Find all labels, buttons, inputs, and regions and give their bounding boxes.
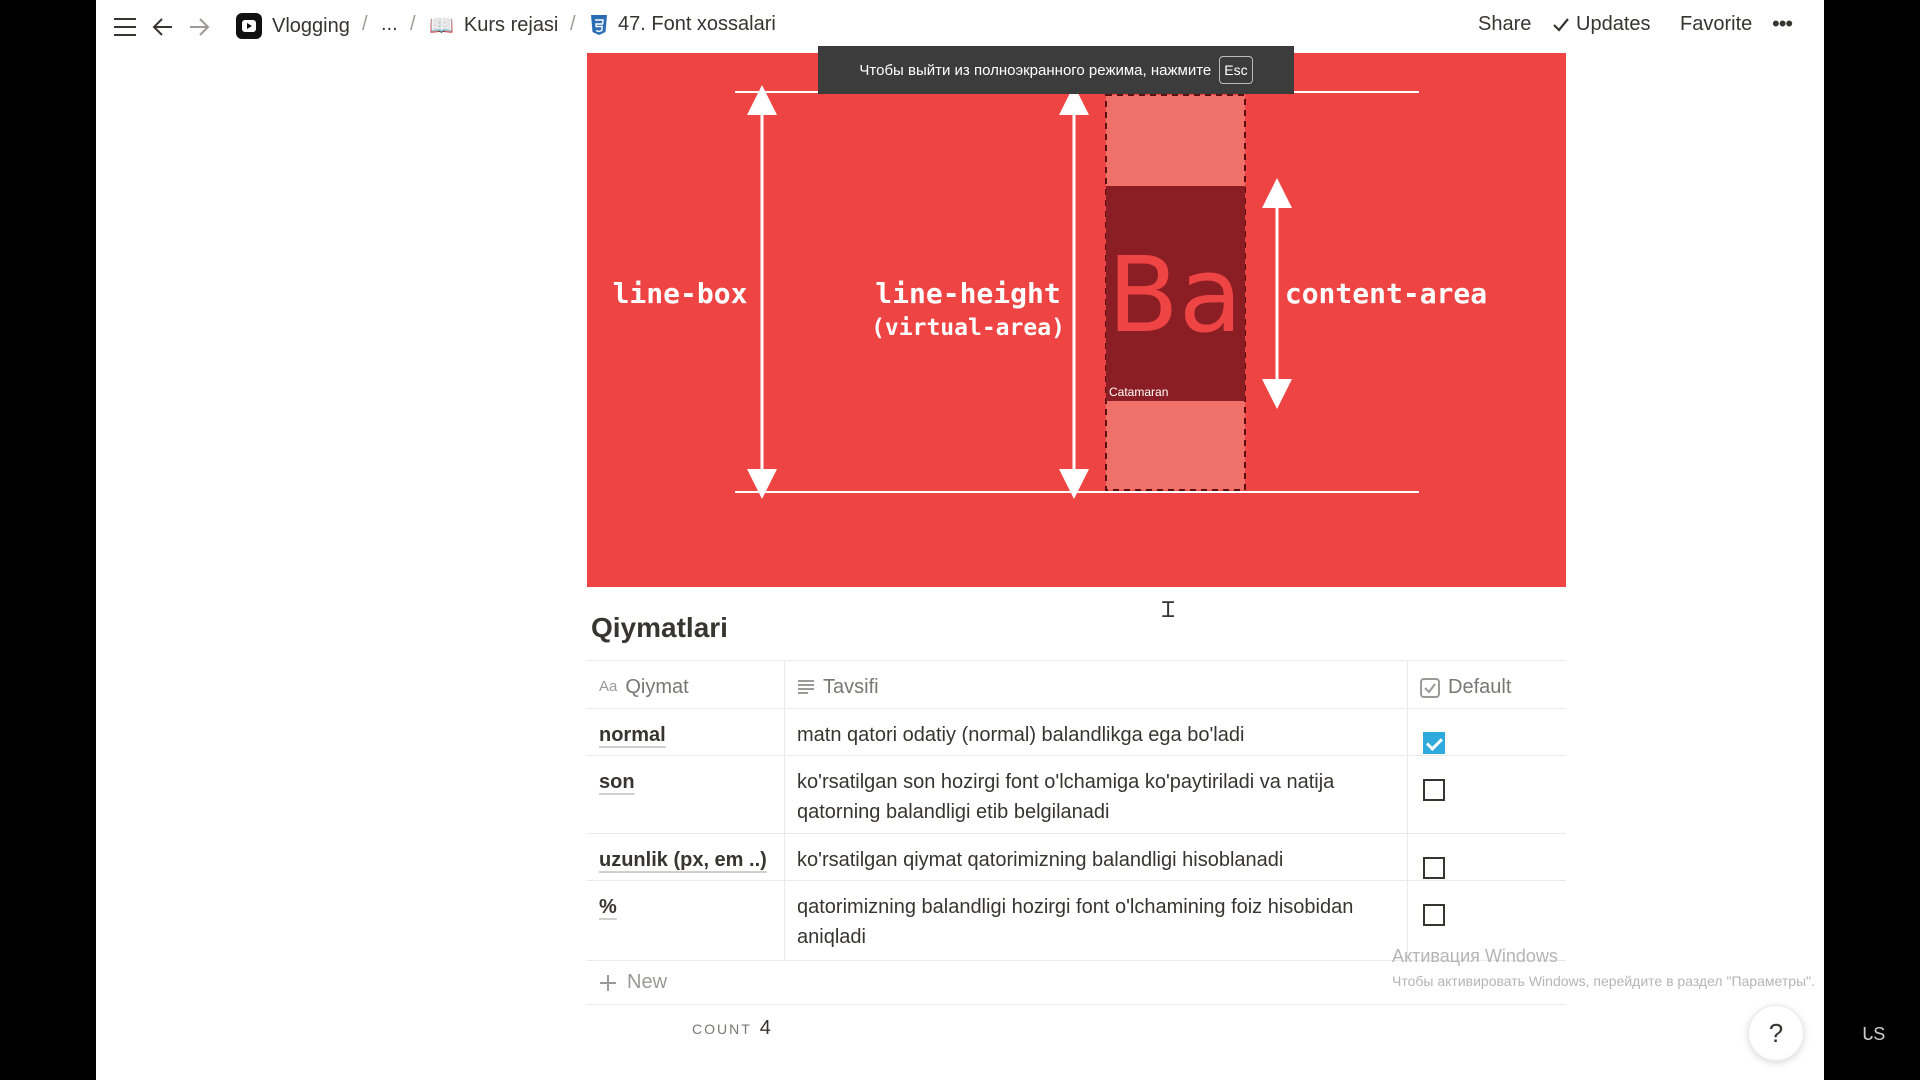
breadcrumb-separator: /	[410, 13, 416, 35]
cell-description[interactable]: ko'rsatilgan son hozirgi font o'lchamiga…	[784, 756, 1407, 834]
check-icon	[1553, 17, 1569, 32]
cell-default	[1407, 709, 1566, 756]
breadcrumb-label: Vlogging	[272, 14, 350, 37]
table-row[interactable]: uzunlik (px, em ..) ko'rsatilgan qiymat …	[587, 833, 1566, 881]
value-text: normal	[599, 724, 666, 746]
plus-icon	[600, 974, 616, 991]
default-checkbox[interactable]	[1423, 779, 1445, 801]
breadcrumb-vlogging[interactable]: Vlogging	[236, 13, 350, 39]
default-checkbox-checked[interactable]	[1423, 732, 1445, 754]
count-value: 4	[759, 1017, 771, 1039]
value-text: %	[599, 896, 617, 918]
column-header-label: Default	[1448, 676, 1512, 698]
text-cursor-icon: Ɪ	[1162, 597, 1175, 622]
youtube-icon	[236, 13, 262, 39]
cell-description[interactable]: ko'rsatilgan qiymat qatorimizning baland…	[784, 834, 1407, 881]
cell-description[interactable]: qatorimizning balandligi hozirgi font o'…	[784, 881, 1407, 961]
watermark-title: Активация Windows	[1392, 946, 1558, 966]
cell-description[interactable]: matn qatori odatiy (normal) balandlikga …	[784, 709, 1407, 756]
default-checkbox[interactable]	[1423, 904, 1445, 926]
help-button[interactable]: ?	[1748, 1005, 1804, 1061]
column-header-label: Tavsifi	[823, 676, 879, 698]
cell-value[interactable]: son	[587, 756, 784, 797]
glyph-sample: Ba	[1107, 234, 1242, 356]
breadcrumb-separator: /	[362, 13, 368, 35]
column-header-tavsifi[interactable]: Tavsifi	[784, 661, 1407, 709]
cell-default	[1407, 834, 1566, 881]
value-text: uzunlik (px, em ..)	[599, 849, 767, 871]
css3-icon	[591, 14, 607, 35]
breadcrumb-label: Kurs rejasi	[463, 14, 559, 36]
book-icon: 📖	[429, 15, 454, 37]
breadcrumb-current-page[interactable]: 47. Font xossalari	[590, 13, 776, 36]
watermark-subtitle: Чтобы активировать Windows, перейдите в …	[1392, 973, 1815, 989]
column-header-qiymat[interactable]: Aa Qiymat	[587, 661, 784, 702]
favorite-button[interactable]: Favorite	[1680, 13, 1752, 36]
cell-value[interactable]: normal	[587, 709, 784, 750]
updates-button[interactable]: Updates	[1552, 13, 1651, 36]
menu-icon[interactable]	[110, 12, 140, 42]
table-row[interactable]: normal matn qatori odatiy (normal) balan…	[587, 708, 1566, 756]
cell-value[interactable]: uzunlik (px, em ..)	[587, 834, 784, 875]
breadcrumb-label: 47. Font xossalari	[618, 13, 776, 35]
more-options-icon[interactable]: •••	[1772, 11, 1793, 37]
count-label: COUNT	[692, 1021, 752, 1037]
cell-default	[1407, 756, 1566, 834]
table-row[interactable]: son ko'rsatilgan son hozirgi font o'lcha…	[587, 755, 1566, 834]
section-heading[interactable]: Qiymatlari	[591, 612, 728, 644]
default-checkbox[interactable]	[1423, 857, 1445, 879]
font-name-label: Catamaran	[1109, 385, 1168, 399]
breadcrumb-kurs-rejasi[interactable]: 📖 Kurs rejasi	[429, 13, 558, 38]
esc-key-badge: Esc	[1219, 56, 1253, 84]
back-arrow-icon[interactable]	[148, 12, 178, 42]
column-header-default[interactable]: Default	[1407, 661, 1566, 709]
fullscreen-exit-notice: Чтобы выйти из полноэкранного режима, на…	[818, 46, 1294, 94]
virtual-area-label: (virtual-area)	[871, 315, 1065, 341]
corner-logo-icon: ᒐS	[1862, 1024, 1886, 1044]
cell-value[interactable]: %	[587, 881, 784, 922]
breadcrumb-separator: /	[570, 13, 576, 35]
line-height-diagram[interactable]: Ba Catamaran line-box line-height (virtu…	[587, 53, 1566, 587]
content-area-label: content-area	[1285, 277, 1487, 310]
row-count[interactable]: COUNT 4	[692, 1017, 771, 1040]
fullscreen-notice-text: Чтобы выйти из полноэкранного режима, на…	[859, 61, 1212, 79]
share-button[interactable]: Share	[1478, 13, 1531, 36]
updates-label: Updates	[1576, 13, 1651, 35]
checkbox-property-icon	[1420, 678, 1440, 698]
breadcrumb-ellipsis[interactable]: ...	[381, 13, 398, 36]
forward-arrow-icon[interactable]	[184, 12, 214, 42]
column-header-label: Qiymat	[625, 676, 689, 698]
line-box-label: line-box	[613, 277, 748, 310]
line-height-label: line-height	[875, 277, 1060, 310]
text-property-icon: Aa	[599, 678, 618, 695]
text-lines-icon	[798, 680, 814, 694]
windows-activation-watermark: Активация Windows Чтобы активировать Win…	[1392, 946, 1815, 989]
new-row-label: New	[627, 971, 668, 993]
value-text: son	[599, 771, 635, 793]
notion-window: Vlogging / ... / 📖 Kurs rejasi / 47. Fon…	[96, 0, 1824, 1080]
table-header-row: Aa Qiymat Tavsifi Default	[587, 660, 1566, 709]
